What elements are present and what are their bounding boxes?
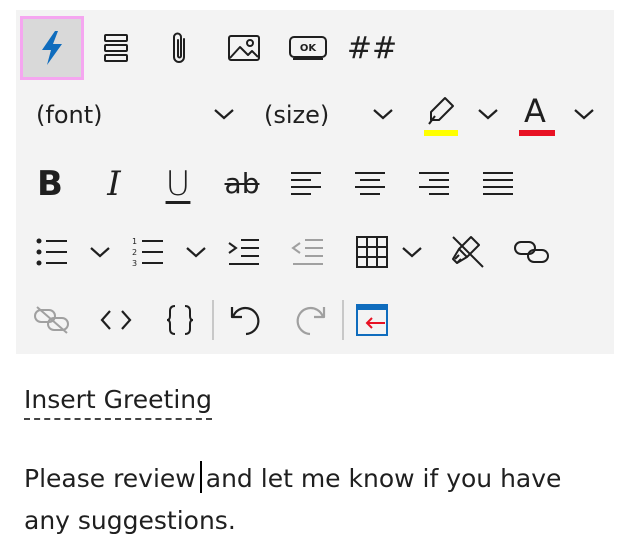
paperclip-icon [173, 32, 185, 63]
chevron-down-icon [369, 100, 397, 128]
insert-greeting-placeholder[interactable]: Insert Greeting [24, 385, 212, 420]
layout-button[interactable] [84, 16, 148, 80]
embed-icon [356, 304, 388, 336]
chevron-down-icon [210, 100, 238, 128]
decrease-indent-icon [291, 239, 323, 265]
redo-icon [296, 306, 326, 336]
ok-label: OK [300, 43, 318, 54]
merge-field-button[interactable]: ## [340, 16, 404, 80]
chevron-down-icon [90, 247, 110, 258]
clear-formatting-icon [452, 236, 484, 268]
align-right-icon [419, 172, 449, 195]
undo-icon [230, 306, 260, 336]
braces-icon [166, 305, 194, 335]
toolbar-row-paragraph: 1 2 3 [16, 218, 614, 278]
underline-icon: U [165, 164, 191, 204]
font-color-button[interactable]: A [516, 88, 560, 140]
font-dropdown-label: (font) [36, 101, 103, 129]
table-icon [356, 236, 388, 268]
increase-indent-button[interactable] [212, 220, 276, 284]
text-cursor [199, 461, 202, 493]
bullet-list-button[interactable] [20, 220, 84, 284]
link-icon [514, 241, 549, 263]
justify-button[interactable] [466, 152, 530, 216]
numbered-list-button[interactable]: 1 2 3 [116, 220, 180, 284]
code-icon [100, 310, 132, 330]
chevron-down-icon [478, 109, 498, 120]
svg-text:3: 3 [132, 259, 137, 268]
svg-text:2: 2 [132, 248, 137, 257]
undo-button[interactable] [214, 288, 278, 352]
align-right-button[interactable] [402, 152, 466, 216]
size-dropdown[interactable]: (size) [252, 88, 402, 140]
decrease-indent-button[interactable] [276, 220, 340, 284]
align-left-button[interactable] [274, 152, 338, 216]
font-color-swatch [519, 130, 555, 136]
editor-toolbar: OK ## (font) (size) A B I U ab 1 2 3 [16, 10, 614, 354]
italic-button[interactable]: I [82, 152, 146, 216]
chevron-down-icon [574, 109, 594, 120]
bold-icon: B [37, 164, 63, 204]
font-color-letter: A [524, 92, 546, 130]
ok-button-icon: OK [289, 36, 327, 60]
insert-link-button[interactable] [500, 220, 564, 284]
attach-button[interactable] [148, 16, 212, 80]
strikethrough-button[interactable]: ab [210, 152, 274, 216]
insert-embed-button[interactable] [340, 288, 404, 352]
highlight-color-button[interactable] [418, 88, 464, 140]
chevron-down-icon [402, 247, 422, 258]
unlink-icon [34, 306, 69, 334]
justify-icon [483, 172, 513, 195]
numbered-list-dropdown[interactable] [182, 238, 210, 266]
email-body-text[interactable]: Please review and let me know if you have… [24, 458, 614, 542]
toolbar-row-font: (font) (size) A [16, 82, 614, 142]
align-center-icon [355, 172, 385, 195]
quick-parts-button[interactable] [20, 16, 84, 80]
remove-link-button[interactable] [20, 288, 84, 352]
view-source-button[interactable] [84, 288, 148, 352]
highlight-color-dropdown[interactable] [474, 100, 502, 128]
highlighter-icon [424, 97, 458, 136]
stacked-lines-icon [104, 34, 128, 62]
numbered-list-icon: 1 2 3 [132, 237, 163, 268]
body-text-before-cursor: Please review [24, 464, 196, 493]
insert-code-block-button[interactable] [148, 288, 212, 352]
hash-icon: ## [346, 30, 398, 66]
svg-text:1: 1 [132, 237, 137, 246]
toolbar-row-misc [16, 286, 614, 346]
underline-button[interactable]: U [146, 152, 210, 216]
font-dropdown[interactable]: (font) [24, 88, 246, 140]
align-center-button[interactable] [338, 152, 402, 216]
strikethrough-icon: ab [224, 167, 260, 200]
image-icon [228, 35, 260, 61]
lightning-icon [42, 31, 62, 65]
align-left-icon [291, 172, 321, 195]
bullet-list-icon [36, 238, 67, 266]
bold-button[interactable]: B [18, 152, 82, 216]
italic-icon: I [107, 164, 121, 204]
toolbar-row-format: B I U ab [16, 150, 614, 210]
font-color-dropdown[interactable] [570, 100, 598, 128]
redo-button[interactable] [278, 288, 342, 352]
bullet-list-dropdown[interactable] [86, 238, 114, 266]
insert-table-dropdown[interactable] [398, 238, 426, 266]
insert-table-button[interactable] [340, 220, 404, 284]
increase-indent-icon [228, 239, 259, 265]
size-dropdown-label: (size) [264, 101, 330, 129]
insert-image-button[interactable] [212, 16, 276, 80]
chevron-down-icon [186, 247, 206, 258]
clear-formatting-button[interactable] [436, 220, 500, 284]
toolbar-row-insert: OK ## [16, 14, 614, 80]
insert-button-control[interactable]: OK [276, 16, 340, 80]
